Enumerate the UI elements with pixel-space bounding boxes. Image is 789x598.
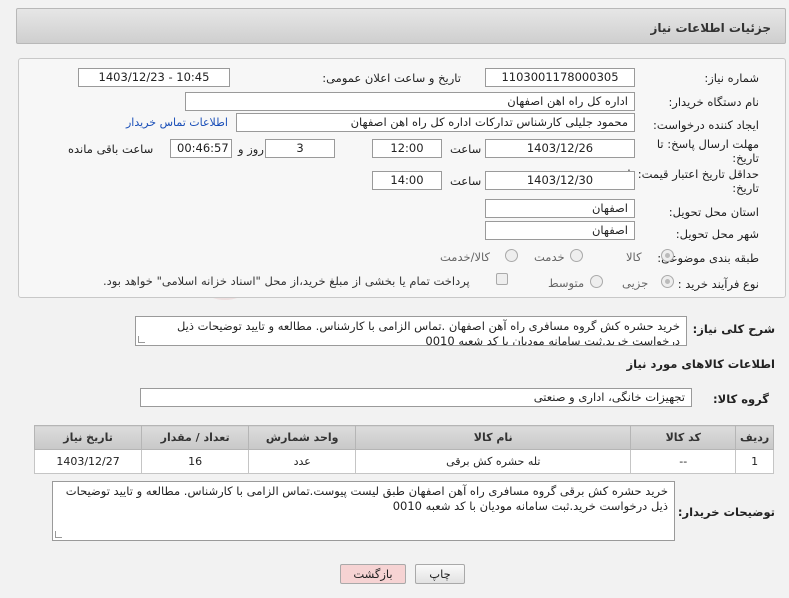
category-both-label: کالا/خدمت [440, 250, 491, 264]
cell-name: تله حشره کش برقی [355, 449, 632, 474]
validity-label: حداقل تاریخ اعتبار قیمت: تا [627, 167, 759, 181]
cell-unit: عدد [248, 449, 357, 474]
days-label: روز و [238, 142, 264, 156]
treasury-payment-note: پرداخت تمام یا بخشی از مبلغ خرید،از محل … [103, 274, 470, 288]
creator-field: محمود جلیلی کارشناس تدارکات اداره کل راه… [236, 113, 635, 132]
cell-date: 1403/12/27 [33, 449, 143, 474]
buyer-org-label: نام دستگاه خریدار: [668, 95, 759, 109]
col-date: تاریخ نیاز [33, 425, 143, 450]
announce-label: تاریخ و ساعت اعلان عمومی: [322, 71, 461, 85]
col-row: ردیف [735, 425, 774, 450]
category-service-radio[interactable] [570, 249, 583, 262]
process-minor-radio[interactable] [661, 275, 674, 288]
back-button[interactable]: بازگشت [340, 564, 406, 584]
goods-table: ردیف کد کالا نام کالا واحد شمارش تعداد /… [33, 425, 774, 474]
page-title: جزئیات اطلاعات نیاز [650, 21, 771, 35]
province-field: اصفهان [485, 199, 635, 218]
category-goods-label: کالا [626, 250, 642, 264]
validity-date-field: 1403/12/30 [485, 171, 635, 190]
cell-qty: 16 [141, 449, 250, 474]
buyer-notes-text: خرید حشره کش برقی گروه مسافری راه آهن اص… [65, 484, 668, 513]
buyer-contact-link[interactable]: اطلاعات تماس خریدار [126, 116, 228, 129]
goods-group-field: تجهیزات خانگی، اداری و صنعتی [140, 388, 692, 407]
deadline-date-label: تاریخ: [732, 151, 759, 165]
goods-table-header: ردیف کد کالا نام کالا واحد شمارش تعداد /… [33, 425, 774, 450]
summary-label: شرح کلی نیاز: [692, 322, 775, 336]
cell-code: -- [630, 449, 737, 474]
buyer-org-field: اداره کل راه اهن اصفهان [185, 92, 635, 111]
process-medium-label: متوسط [548, 276, 585, 290]
need-number-field: 1103001178000305 [485, 68, 635, 87]
buyer-notes-textarea[interactable]: خرید حشره کش برقی گروه مسافری راه آهن اص… [52, 481, 675, 541]
days-remaining-field: 3 [265, 139, 335, 158]
validity-time-field: 14:00 [372, 171, 442, 190]
remaining-time-label: ساعت باقی مانده [68, 142, 154, 156]
summary-textarea[interactable]: خرید حشره کش گروه مسافری راه آهن اصفهان … [135, 316, 687, 346]
goods-section-title: اطلاعات کالاهای مورد نیاز [626, 357, 775, 371]
category-service-label: خدمت [534, 250, 565, 264]
validity-date-label: تاریخ: [732, 181, 759, 195]
col-code: کد کالا [630, 425, 737, 450]
goods-group-label: گروه کالا: [713, 392, 769, 406]
summary-text: خرید حشره کش گروه مسافری راه آهن اصفهان … [176, 319, 680, 346]
resize-grip-icon[interactable] [138, 336, 145, 343]
city-label: شهر محل تحویل: [675, 227, 759, 241]
process-medium-radio[interactable] [590, 275, 603, 288]
remaining-time-field: 00:46:57 [170, 139, 232, 158]
city-field: اصفهان [485, 221, 635, 240]
col-qty: تعداد / مقدار [141, 425, 250, 450]
deadline-date-field: 1403/12/26 [485, 139, 635, 158]
print-button[interactable]: چاپ [415, 564, 465, 584]
category-goods-radio[interactable] [661, 249, 674, 262]
buyer-notes-label: توضیحات خریدار: [677, 505, 775, 519]
announce-date-field: 1403/12/23 - 10:45 [78, 68, 230, 87]
validity-time-label: ساعت [450, 174, 482, 188]
need-number-label: شماره نیاز: [704, 71, 759, 85]
deadline-label: مهلت ارسال پاسخ: تا [656, 137, 759, 151]
col-unit: واحد شمارش [248, 425, 357, 450]
process-minor-label: جزیی [622, 276, 649, 290]
province-label: استان محل تحویل: [668, 205, 759, 219]
col-name: نام کالا [355, 425, 632, 450]
process-type-label: نوع فرآیند خرید : [677, 277, 759, 291]
deadline-time-field: 12:00 [372, 139, 442, 158]
deadline-time-label: ساعت [450, 142, 482, 156]
creator-label: ایجاد کننده درخواست: [653, 118, 759, 132]
resize-grip-icon[interactable] [55, 531, 62, 538]
page-header: جزئیات اطلاعات نیاز [16, 8, 786, 44]
cell-row: 1 [735, 449, 774, 474]
treasury-payment-checkbox[interactable] [496, 273, 508, 285]
table-row[interactable]: 1 -- تله حشره کش برقی عدد 16 1403/12/27 [33, 449, 774, 474]
category-both-radio[interactable] [505, 249, 518, 262]
